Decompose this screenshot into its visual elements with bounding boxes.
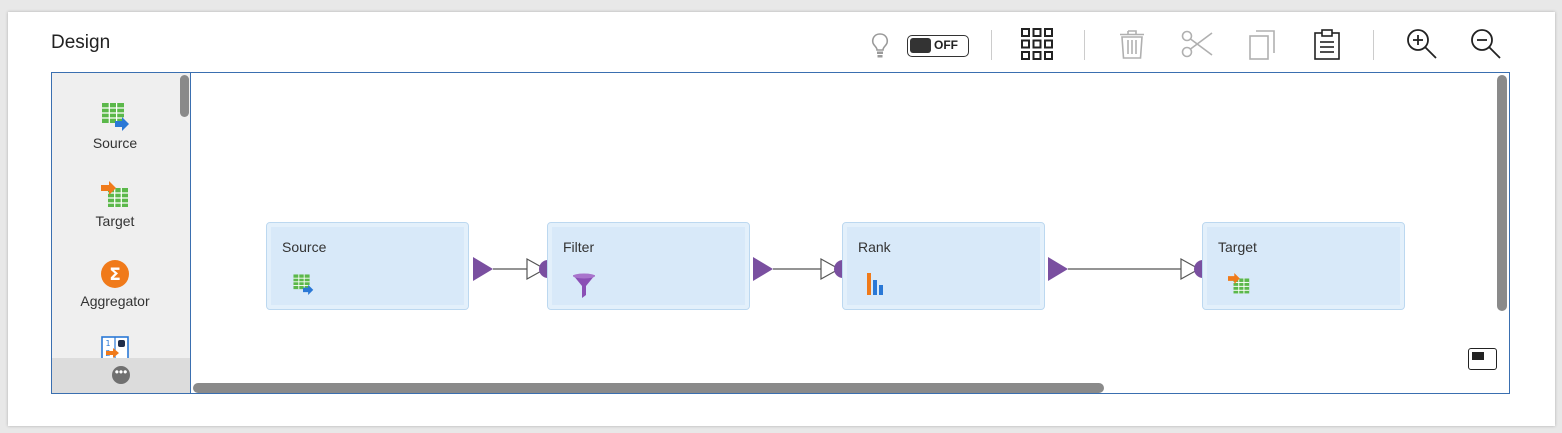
palette-item-source[interactable]: Source xyxy=(52,101,178,151)
sigma-icon: Σ xyxy=(101,260,129,288)
node-rank[interactable]: Rank xyxy=(842,222,1045,310)
palette-footer: ••• xyxy=(52,358,190,393)
target-table-icon xyxy=(1228,273,1250,294)
mapping-canvas[interactable]: Source Filter Rank Target xyxy=(191,72,1510,394)
palette-item-label: Aggregator xyxy=(80,293,150,309)
design-panel: Design OFF Source Target Σ Aggregator 1 … xyxy=(8,12,1555,426)
toggle-knob xyxy=(910,38,931,53)
lightbulb-icon[interactable] xyxy=(870,32,890,60)
source-table-icon xyxy=(293,274,314,295)
clipboard-icon[interactable] xyxy=(1313,28,1341,60)
page-title: Design xyxy=(51,32,111,53)
palette-scrollbar[interactable] xyxy=(180,75,189,117)
node-title: Source xyxy=(282,239,327,255)
palette-item-label: Source xyxy=(92,135,138,151)
toolbar-divider xyxy=(991,30,992,60)
output-port-arrow xyxy=(473,257,493,281)
node-title: Filter xyxy=(563,239,595,255)
node-title: Rank xyxy=(858,239,891,255)
node-filter[interactable]: Filter xyxy=(547,222,750,310)
bar-chart-icon xyxy=(867,273,883,295)
trash-icon[interactable] xyxy=(1119,28,1145,60)
scissors-icon[interactable] xyxy=(1181,29,1213,59)
minimap-toggle-button[interactable] xyxy=(1468,348,1497,370)
toolbar-divider xyxy=(1373,30,1374,60)
output-port-arrow xyxy=(1048,257,1068,281)
minimap-icon xyxy=(1472,352,1484,360)
svg-text:1: 1 xyxy=(105,339,110,348)
more-options-button[interactable]: ••• xyxy=(112,366,130,384)
svg-text:Σ: Σ xyxy=(109,265,121,285)
palette-item-label: Target xyxy=(95,213,135,229)
source-table-icon xyxy=(102,103,129,131)
transformation-palette: Source Target Σ Aggregator 1 2 xyxy=(51,72,191,394)
funnel-icon xyxy=(573,273,595,298)
toggle-state-label: OFF xyxy=(934,38,958,52)
zoom-in-icon[interactable] xyxy=(1406,28,1438,60)
zoom-out-icon[interactable] xyxy=(1470,28,1502,60)
node-source[interactable]: Source xyxy=(266,222,469,310)
output-port-arrow xyxy=(753,257,773,281)
grid-icon[interactable] xyxy=(1021,28,1053,60)
toolbar-divider xyxy=(1084,30,1085,60)
target-table-icon xyxy=(101,181,128,207)
node-target[interactable]: Target xyxy=(1202,222,1405,310)
palette-item-aggregator[interactable]: Σ Aggregator xyxy=(52,259,178,309)
node-title: Target xyxy=(1218,239,1257,255)
canvas-vertical-scrollbar[interactable] xyxy=(1497,75,1507,311)
canvas-horizontal-scrollbar[interactable] xyxy=(193,383,1104,393)
auto-layout-toggle[interactable]: OFF xyxy=(907,35,969,57)
copy-icon[interactable] xyxy=(1248,29,1276,61)
palette-item-target[interactable]: Target xyxy=(52,181,178,229)
